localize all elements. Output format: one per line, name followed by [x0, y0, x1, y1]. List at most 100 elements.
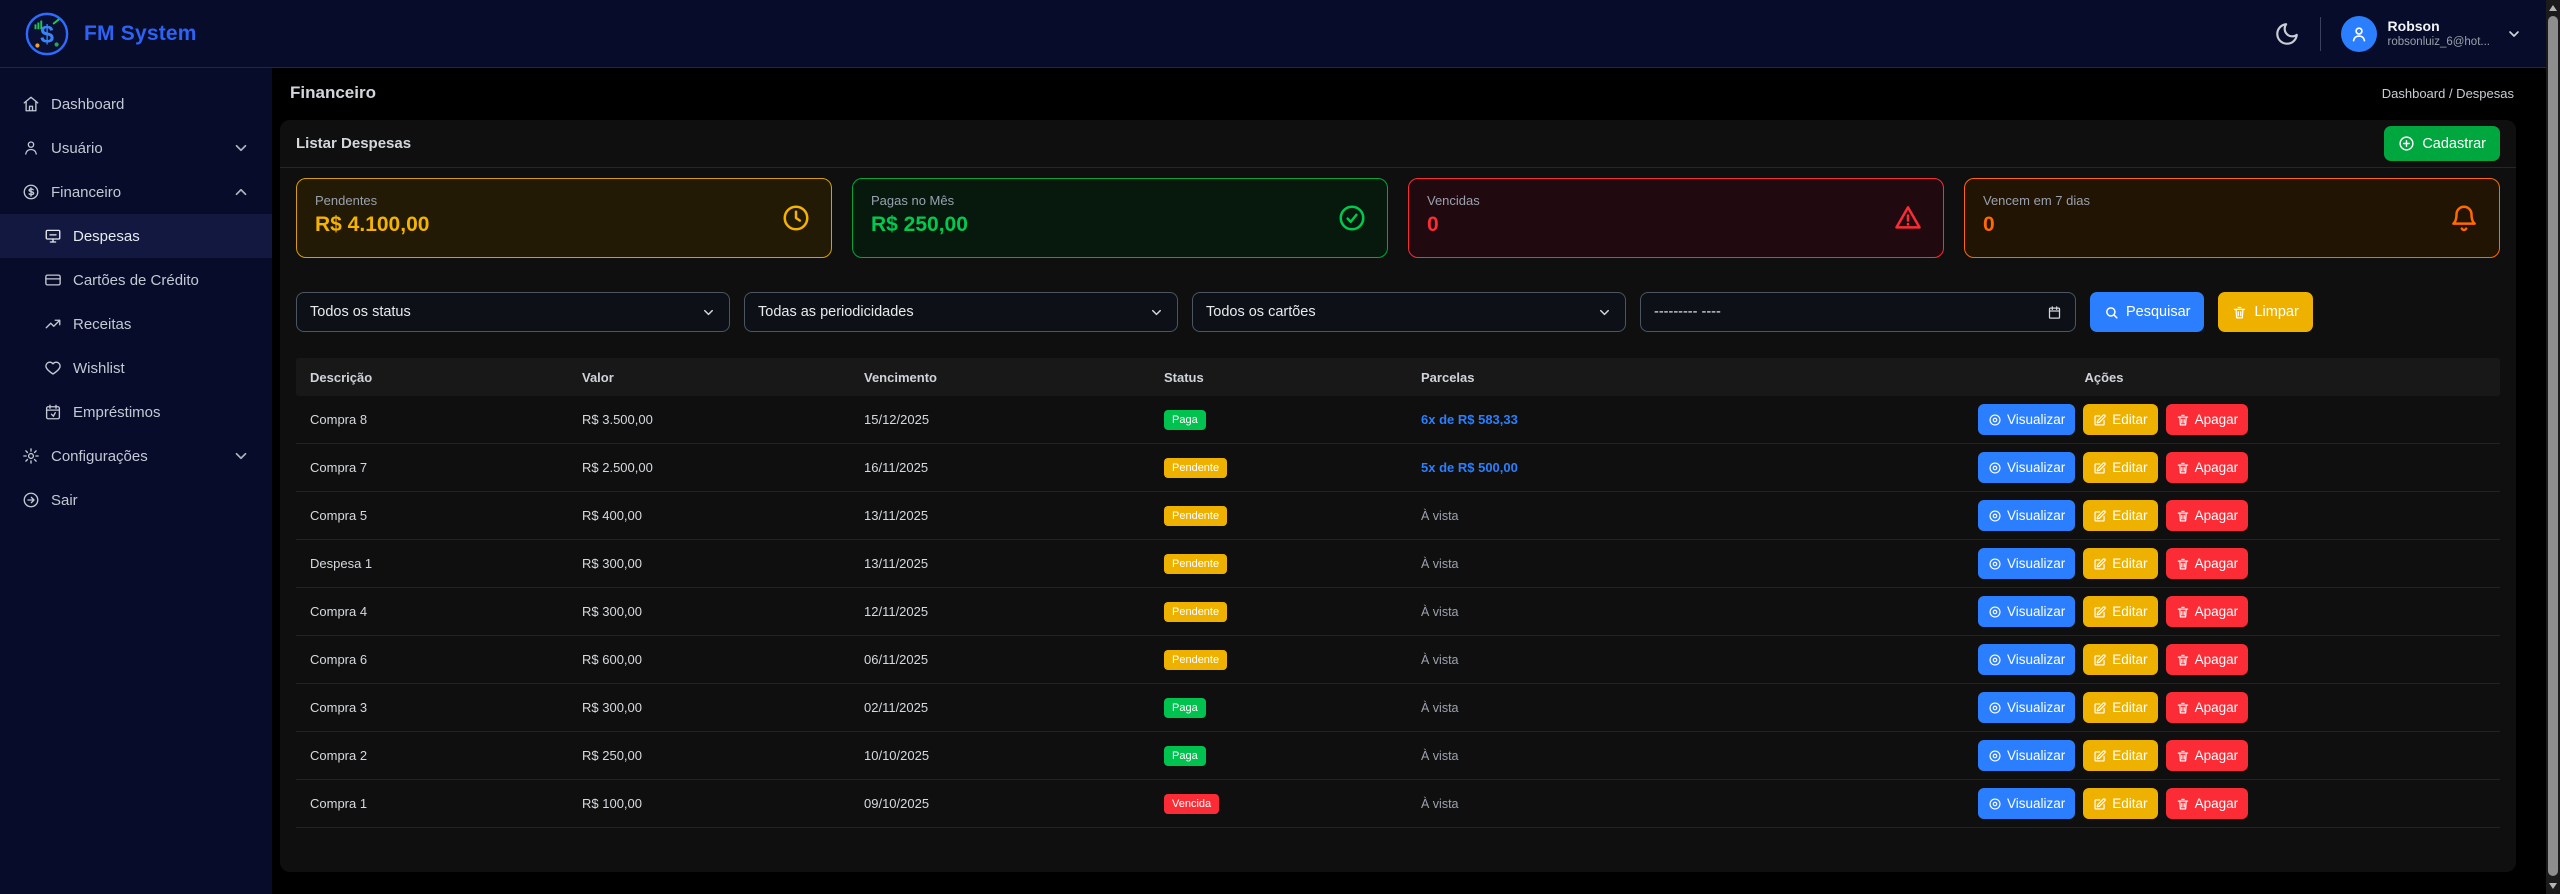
cell-installments: À vista: [1421, 557, 1459, 571]
cell-installments[interactable]: 5x de R$ 500,00: [1421, 460, 1518, 475]
scroll-down-arrow-icon[interactable]: [2549, 883, 2557, 889]
date-input[interactable]: --------- ----: [1640, 292, 2076, 332]
sidebar-item-receitas[interactable]: Receitas: [0, 302, 272, 346]
alert-triangle-icon: [1893, 203, 1923, 233]
search-button[interactable]: Pesquisar: [2090, 292, 2204, 332]
sidebar-item-emprestimos[interactable]: Empréstimos: [0, 390, 272, 434]
cell-value: R$ 3.500,00: [568, 412, 850, 427]
status-badge: Vencida: [1164, 794, 1219, 814]
sidebar-item-financeiro[interactable]: Financeiro: [0, 170, 272, 214]
edit-button[interactable]: Editar: [2083, 500, 2157, 531]
delete-button[interactable]: Apagar: [2166, 500, 2249, 531]
status-select[interactable]: Todos os status: [296, 292, 730, 332]
edit-button[interactable]: Editar: [2083, 596, 2157, 627]
clock-icon: [781, 203, 811, 233]
view-button[interactable]: Visualizar: [1978, 596, 2075, 627]
edit-icon: [2093, 413, 2107, 427]
topbar-divider: [2320, 17, 2321, 51]
plus-circle-icon: [2398, 135, 2415, 152]
cell-description: Despesa 1: [296, 556, 568, 571]
view-button[interactable]: Visualizar: [1978, 548, 2075, 579]
sidebar-item-cartoes[interactable]: Cartões de Crédito: [0, 258, 272, 302]
sidebar-item-label: Usuário: [51, 140, 103, 157]
expenses-table: Descrição Valor Vencimento Status Parcel…: [296, 358, 2500, 828]
user-block[interactable]: Robson robsonluiz_6@hot...: [2388, 18, 2490, 50]
sidebar: Dashboard Usuário Financeiro Despesas Ca…: [0, 68, 272, 894]
panel-title: Listar Despesas: [296, 135, 411, 152]
delete-button[interactable]: Apagar: [2166, 596, 2249, 627]
edit-icon: [2093, 461, 2107, 475]
edit-button[interactable]: Editar: [2083, 644, 2157, 675]
sidebar-item-usuario[interactable]: Usuário: [0, 126, 272, 170]
view-button[interactable]: Visualizar: [1978, 692, 2075, 723]
sidebar-item-configuracoes[interactable]: Configurações: [0, 434, 272, 478]
edit-button[interactable]: Editar: [2083, 548, 2157, 579]
delete-button[interactable]: Apagar: [2166, 692, 2249, 723]
view-button[interactable]: Visualizar: [1978, 788, 2075, 819]
scrollbar-thumb[interactable]: [2548, 16, 2558, 876]
sidebar-item-sair[interactable]: Sair: [0, 478, 272, 522]
edit-button[interactable]: Editar: [2083, 788, 2157, 819]
trash-icon: [2176, 701, 2190, 715]
edit-button[interactable]: Editar: [2083, 740, 2157, 771]
eye-icon: [1988, 605, 2002, 619]
status-badge: Pendente: [1164, 458, 1227, 478]
scroll-up-arrow-icon[interactable]: [2549, 5, 2557, 11]
gear-icon: [22, 447, 40, 465]
delete-button[interactable]: Apagar: [2166, 644, 2249, 675]
moon-icon[interactable]: [2274, 21, 2300, 47]
cell-installments: À vista: [1421, 605, 1459, 619]
breadcrumb[interactable]: Dashboard / Despesas: [2382, 86, 2514, 101]
cell-installments: À vista: [1421, 653, 1459, 667]
vertical-scrollbar[interactable]: [2546, 0, 2560, 894]
register-button[interactable]: Cadastrar: [2384, 126, 2500, 161]
view-button[interactable]: Visualizar: [1978, 644, 2075, 675]
sidebar-item-label: Receitas: [73, 316, 131, 333]
monitor-icon: [44, 227, 62, 245]
chevron-down-icon[interactable]: [2506, 26, 2522, 42]
cell-value: R$ 600,00: [568, 652, 850, 667]
card-value: 0: [1427, 213, 1925, 237]
home-icon: [22, 95, 40, 113]
sidebar-item-dashboard[interactable]: Dashboard: [0, 82, 272, 126]
status-badge: Pendente: [1164, 650, 1227, 670]
periodicity-select[interactable]: Todas as periodicidades: [744, 292, 1178, 332]
cell-description: Compra 4: [296, 604, 568, 619]
check-circle-icon: [1337, 203, 1367, 233]
table-row: Compra 3 R$ 300,00 02/11/2025 Paga À vis…: [296, 684, 2500, 732]
delete-button[interactable]: Apagar: [2166, 404, 2249, 435]
table-row: Compra 5 R$ 400,00 13/11/2025 Pendente À…: [296, 492, 2500, 540]
view-button[interactable]: Visualizar: [1978, 404, 2075, 435]
sidebar-item-label: Wishlist: [73, 360, 125, 377]
trash-icon: [2176, 797, 2190, 811]
view-button[interactable]: Visualizar: [1978, 452, 2075, 483]
delete-button[interactable]: Apagar: [2166, 452, 2249, 483]
delete-button[interactable]: Apagar: [2166, 548, 2249, 579]
trash-icon: [2176, 509, 2190, 523]
cell-value: R$ 2.500,00: [568, 460, 850, 475]
card-label: Vencidas: [1427, 193, 1925, 208]
delete-button[interactable]: Apagar: [2166, 740, 2249, 771]
card-select[interactable]: Todos os cartões: [1192, 292, 1626, 332]
sidebar-item-wishlist[interactable]: Wishlist: [0, 346, 272, 390]
user-avatar-icon[interactable]: [2341, 16, 2377, 52]
table-row: Compra 4 R$ 300,00 12/11/2025 Pendente À…: [296, 588, 2500, 636]
edit-icon: [2093, 701, 2107, 715]
delete-button[interactable]: Apagar: [2166, 788, 2249, 819]
sidebar-item-despesas[interactable]: Despesas: [0, 214, 272, 258]
edit-button[interactable]: Editar: [2083, 404, 2157, 435]
view-button[interactable]: Visualizar: [1978, 500, 2075, 531]
cell-installments[interactable]: 6x de R$ 583,33: [1421, 412, 1518, 427]
card-value: 0: [1983, 213, 2481, 237]
table-header-row: Descrição Valor Vencimento Status Parcel…: [296, 358, 2500, 396]
sidebar-item-label: Sair: [51, 492, 78, 509]
col-header-descricao: Descrição: [296, 370, 568, 385]
clear-button[interactable]: Limpar: [2218, 292, 2312, 332]
logout-icon: [22, 491, 40, 509]
cell-installments: À vista: [1421, 749, 1459, 763]
view-button[interactable]: Visualizar: [1978, 740, 2075, 771]
col-header-status: Status: [1150, 370, 1407, 385]
edit-button[interactable]: Editar: [2083, 452, 2157, 483]
edit-button[interactable]: Editar: [2083, 692, 2157, 723]
calendar-icon: [44, 403, 62, 421]
